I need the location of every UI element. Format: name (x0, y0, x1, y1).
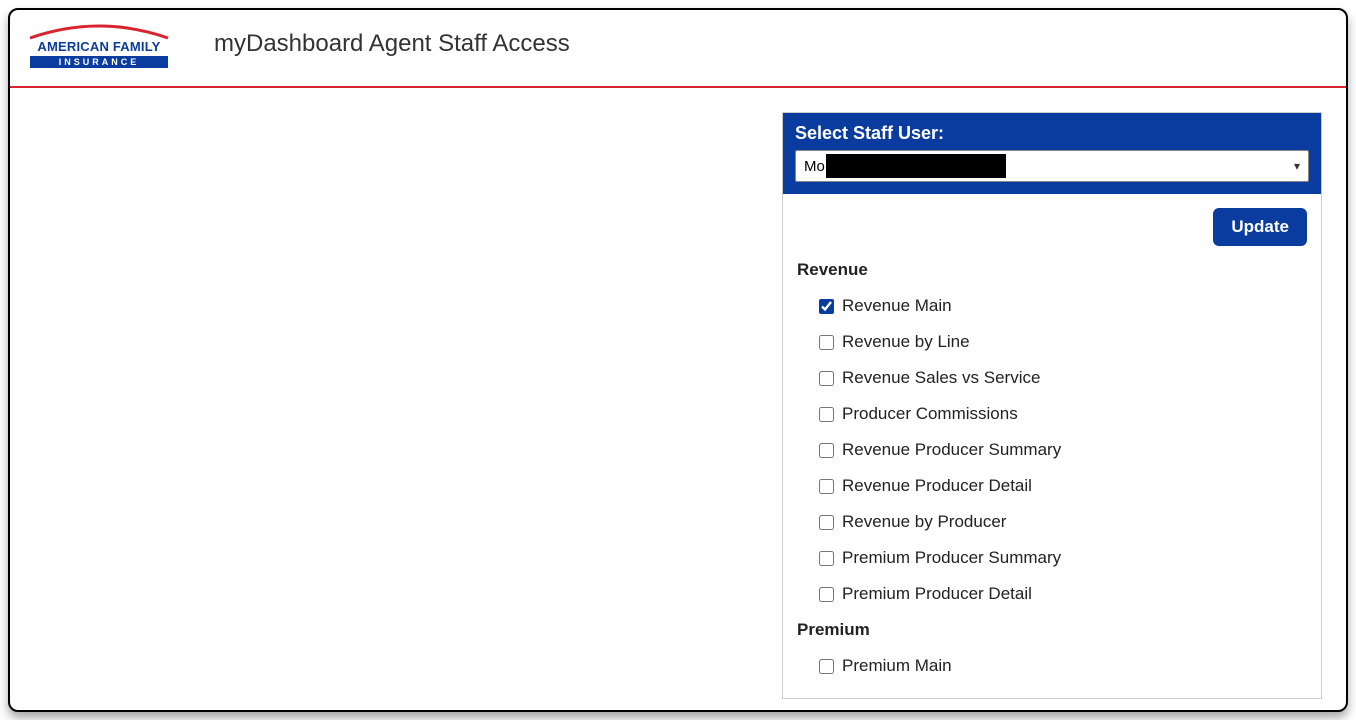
section-title: Revenue (797, 260, 1307, 280)
permission-label: Revenue Producer Summary (842, 440, 1061, 460)
permission-checkbox[interactable] (819, 407, 834, 422)
staff-access-panel: Select Staff User: Mo ▾ Update RevenueRe… (782, 112, 1322, 699)
panel-body: Update Revenue Revenue Main Revenue by Lin… (783, 194, 1321, 698)
logo-text-top: AMERICAN FAMILY (37, 39, 160, 54)
permission-item[interactable]: Revenue by Producer (797, 504, 1307, 540)
permission-label: Revenue Sales vs Service (842, 368, 1040, 388)
permission-label: Producer Commissions (842, 404, 1018, 424)
update-button[interactable]: Update (1213, 208, 1307, 246)
permission-checkbox[interactable] (819, 479, 834, 494)
permission-checkbox[interactable] (819, 335, 834, 350)
permission-label: Revenue by Producer (842, 512, 1006, 532)
permission-item[interactable]: Revenue by Line (797, 324, 1307, 360)
permission-label: Premium Producer Detail (842, 584, 1032, 604)
staff-user-select-wrap: Mo ▾ (795, 150, 1309, 182)
permission-checkbox[interactable] (819, 515, 834, 530)
permission-label: Revenue by Line (842, 332, 970, 352)
permission-checkbox[interactable] (819, 443, 834, 458)
permission-item[interactable]: Premium Producer Summary (797, 540, 1307, 576)
permission-item[interactable]: Revenue Sales vs Service (797, 360, 1307, 396)
permission-item[interactable]: Revenue Main (797, 288, 1307, 324)
permission-checkbox[interactable] (819, 659, 834, 674)
content-area: Select Staff User: Mo ▾ Update RevenueRe… (10, 88, 1346, 699)
permission-label: Revenue Producer Detail (842, 476, 1032, 496)
permission-checkbox[interactable] (819, 551, 834, 566)
permission-checkbox[interactable] (819, 371, 834, 386)
staff-user-select[interactable]: Mo (796, 151, 1308, 181)
permission-item[interactable]: Premium Main (797, 648, 1307, 684)
permission-item[interactable]: Producer Commissions (797, 396, 1307, 432)
permission-checkbox[interactable] (819, 299, 834, 314)
panel-header: Select Staff User: Mo ▾ (783, 113, 1321, 194)
permission-item[interactable]: Revenue Producer Detail (797, 468, 1307, 504)
permission-label: Premium Producer Summary (842, 548, 1061, 568)
header: AMERICAN FAMILY INSURANCE myDashboard Ag… (10, 10, 1346, 88)
logo-text-bottom: INSURANCE (59, 57, 140, 67)
permission-checkbox[interactable] (819, 587, 834, 602)
permission-item[interactable]: Premium Producer Detail (797, 576, 1307, 612)
button-row: Update (797, 208, 1307, 246)
section-title: Premium (797, 620, 1307, 640)
permission-sections: Revenue Revenue Main Revenue by Line Revenu… (797, 260, 1307, 684)
page-title: myDashboard Agent Staff Access (214, 30, 570, 58)
permission-label: Revenue Main (842, 296, 952, 316)
amfam-logo: AMERICAN FAMILY INSURANCE (24, 20, 174, 68)
permission-label: Premium Main (842, 656, 952, 676)
select-staff-label: Select Staff User: (795, 123, 1309, 144)
app-frame: AMERICAN FAMILY INSURANCE myDashboard Ag… (8, 8, 1348, 712)
permission-item[interactable]: Revenue Producer Summary (797, 432, 1307, 468)
